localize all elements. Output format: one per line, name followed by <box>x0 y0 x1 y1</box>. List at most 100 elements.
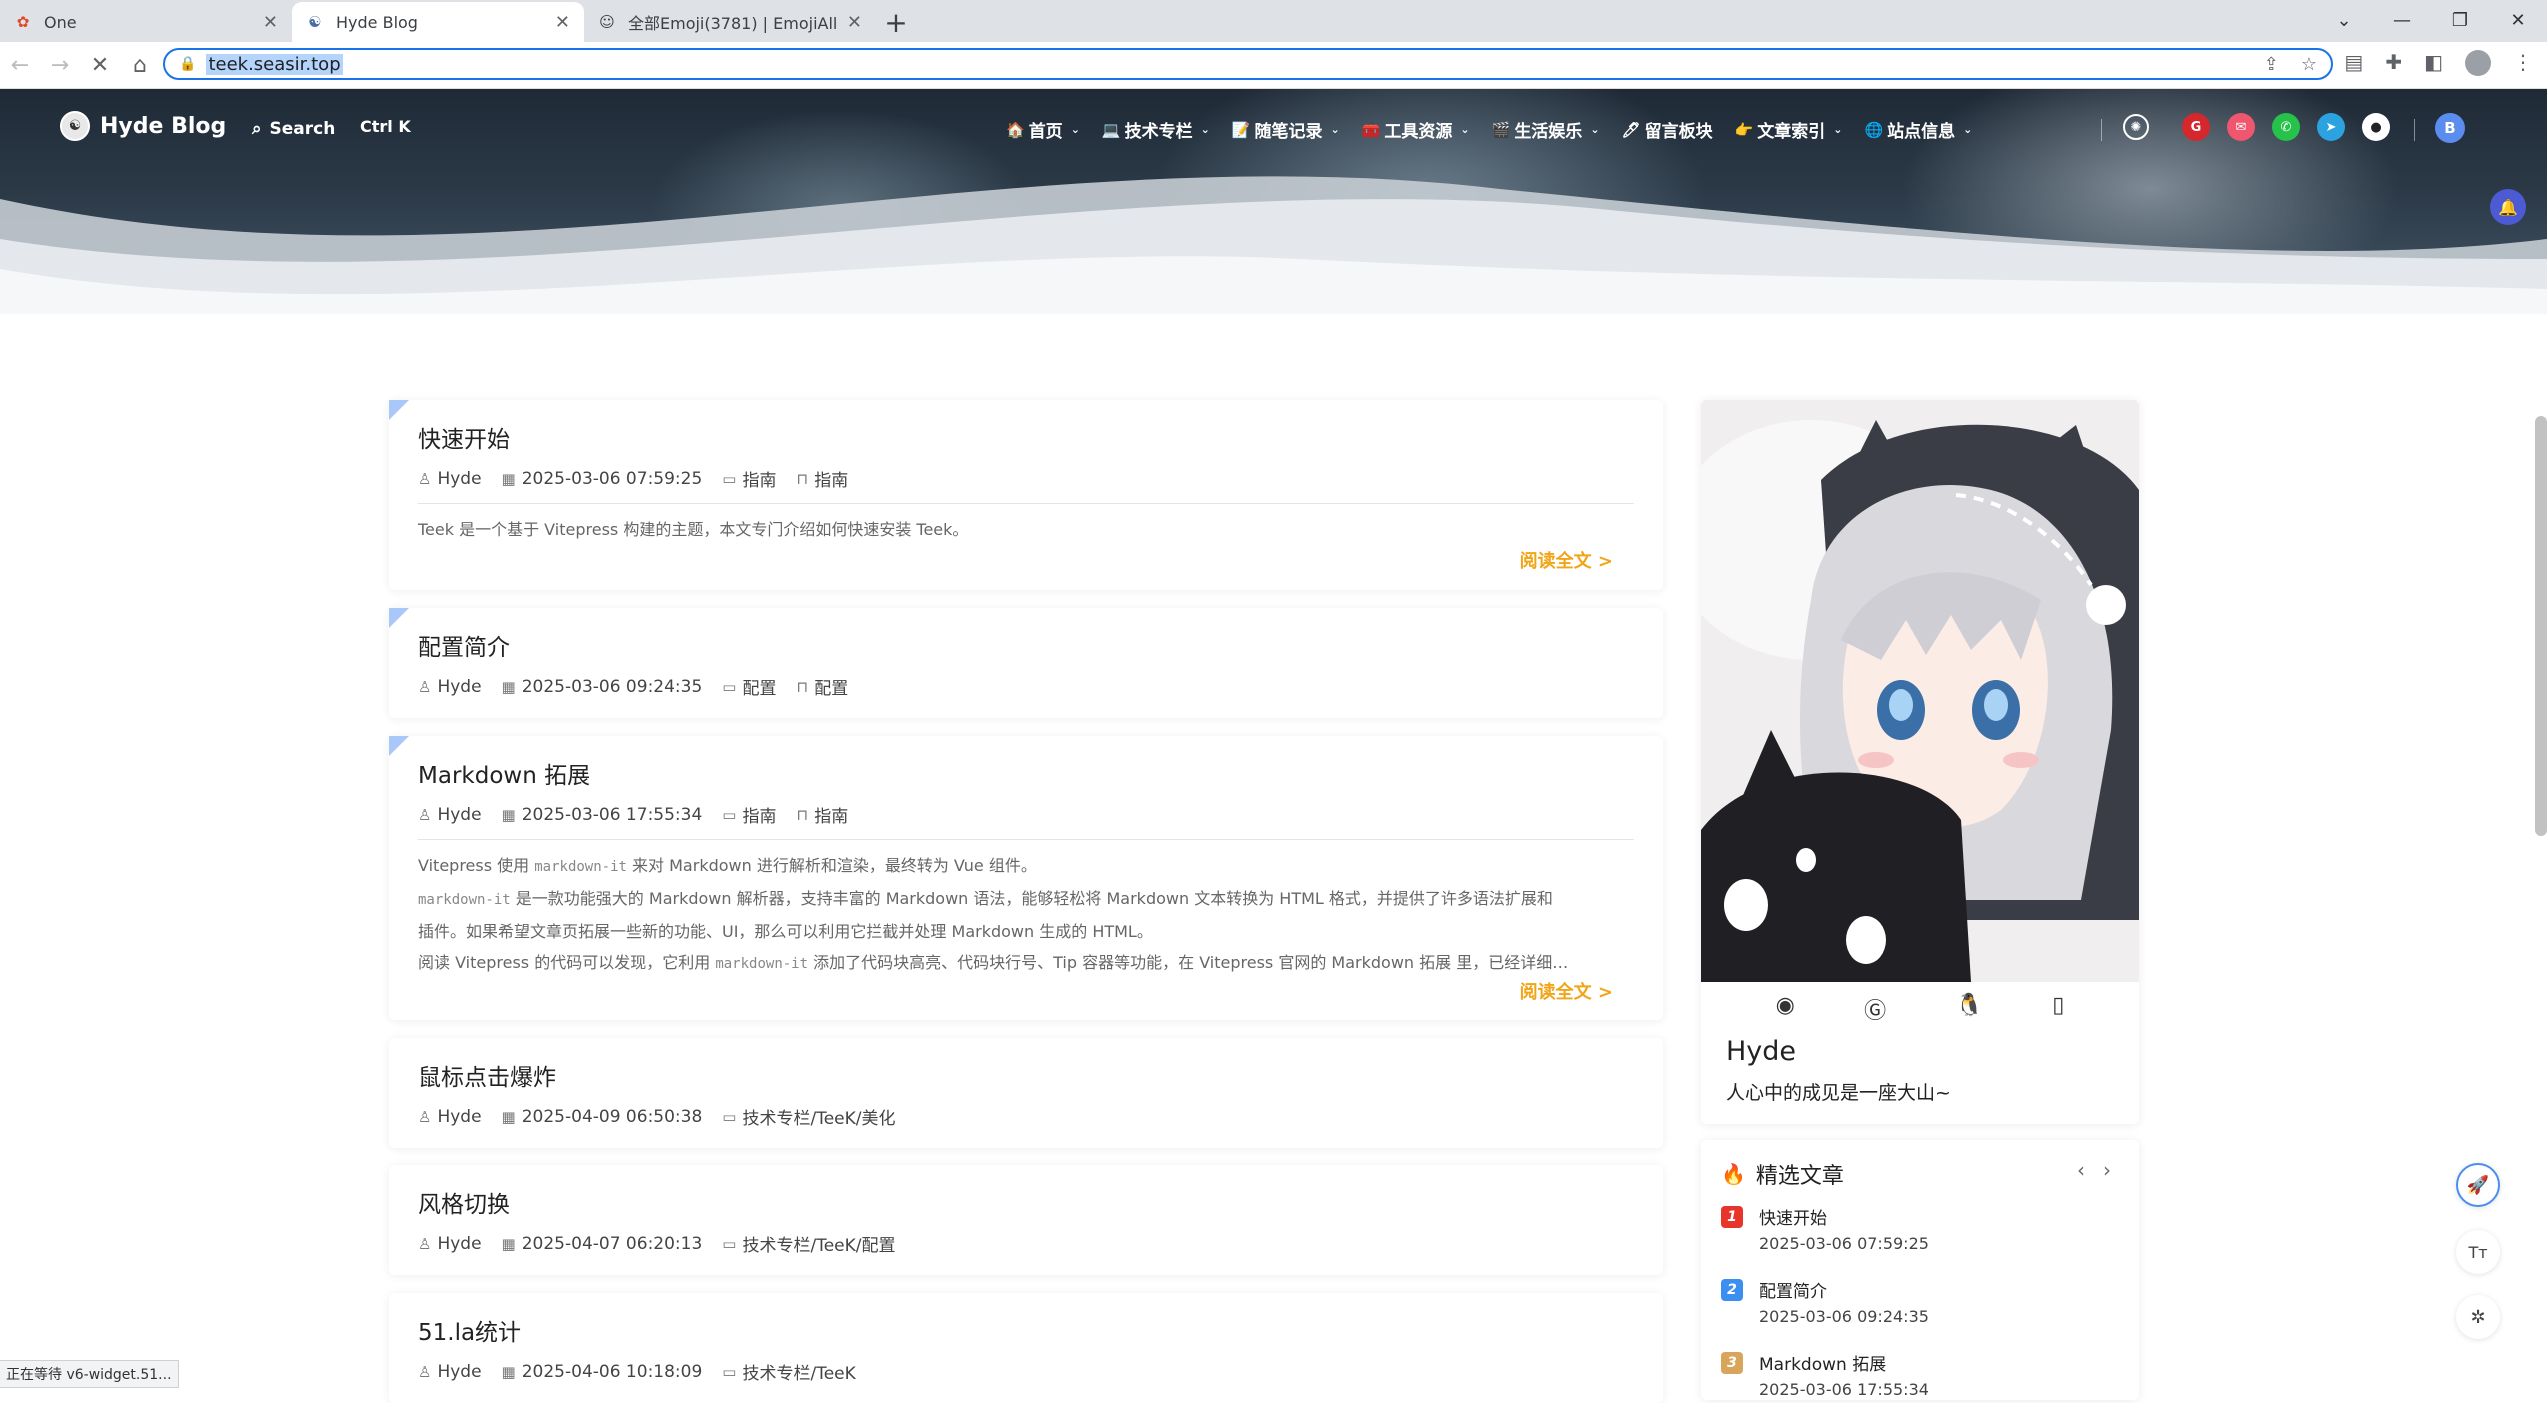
post-card[interactable]: 快速开始 ♙ Hyde ▦ 2025-03-06 07:59:25 ▭ 指南 ⊓ 指南 … <box>389 400 1663 590</box>
post-author[interactable]: Hyde <box>437 1234 481 1254</box>
post-title[interactable]: 风格切换 <box>418 1185 1634 1219</box>
profile-icon[interactable] <box>2465 50 2491 76</box>
whatsapp-icon[interactable]: ✆ <box>2272 113 2300 141</box>
font-size-icon[interactable]: Tт <box>2456 1230 2500 1274</box>
post-tag[interactable]: 指南 <box>814 802 848 827</box>
post-author[interactable]: Hyde <box>437 469 481 489</box>
featured-item-title[interactable]: 配置简介 <box>1759 1277 1827 1302</box>
pointing-hand-emoji-icon: 👉 <box>1734 120 1754 139</box>
excerpt-text: 添加了代码块高亮、代码块行号、Tip 容器等功能，在 Vitepress 官网的… <box>808 953 1569 972</box>
post-category[interactable]: 技术专栏/TeeK <box>742 1359 855 1384</box>
post-card[interactable]: 51.la统计 ♙ Hyde ▦ 2025-04-06 10:18:09 ▭ 技术专栏… <box>389 1293 1663 1403</box>
menu-dots-icon[interactable]: ⋮ <box>2513 50 2533 76</box>
post-date: 2025-03-06 09:24:35 <box>521 676 703 697</box>
search-button[interactable]: ⌕ Search <box>252 119 335 139</box>
page-scrollbar[interactable] <box>2535 416 2547 836</box>
mail-icon[interactable]: ✉ <box>2227 113 2255 141</box>
restore-icon[interactable]: ❐ <box>2431 0 2489 40</box>
menu-item-tech[interactable]: 💻 技术专栏 ⌄ <box>1101 117 1210 143</box>
menu-item-life[interactable]: 🎬 生活娱乐 ⌄ <box>1492 117 1600 143</box>
post-category[interactable]: 技术专栏/TeeK/配置 <box>742 1231 895 1256</box>
forward-icon[interactable]: → <box>40 45 80 85</box>
post-card[interactable]: 风格切换 ♙ Hyde ▦ 2025-04-07 06:20:13 ▭ 技术专栏/Te… <box>389 1165 1663 1275</box>
post-meta: ♙ Hyde ▦ 2025-03-06 09:24:35 ▭ 配置 ⊓ 配置 <box>418 674 1634 700</box>
qq-icon[interactable]: 🐧 <box>1956 993 1983 1025</box>
search-icon: ⌕ <box>252 119 262 139</box>
reading-list-icon[interactable]: ▤ <box>2344 50 2363 76</box>
site-brand[interactable]: ☯ Hyde Blog <box>60 111 226 141</box>
menu-item-label: 首页 <box>1028 122 1063 142</box>
post-title[interactable]: 鼠标点击爆炸 <box>418 1058 1634 1092</box>
back-icon[interactable]: ← <box>0 45 40 85</box>
url-bar[interactable]: 🔒 teek.seasir.top ⇪ ☆ <box>163 48 2333 80</box>
minimize-icon[interactable]: — <box>2373 0 2431 40</box>
close-icon[interactable]: ✕ <box>847 12 862 33</box>
tab-search-icon[interactable]: ⌄ <box>2315 0 2373 40</box>
theme-settings-icon[interactable]: ✲ <box>2456 1295 2500 1339</box>
extensions-icon[interactable]: ✚ <box>2385 50 2402 76</box>
post-category[interactable]: 指南 <box>742 466 776 491</box>
post-title[interactable]: 配置简介 <box>418 628 1634 662</box>
menu-item-site-info[interactable]: 🌐 站点信息 ⌄ <box>1864 117 1972 143</box>
read-more-link[interactable]: 阅读全文 > <box>1520 547 1613 573</box>
featured-item-title[interactable]: Markdown 拓展 <box>1759 1350 1886 1375</box>
post-title[interactable]: Markdown 拓展 <box>418 756 1634 790</box>
close-icon[interactable]: ✕ <box>555 12 570 33</box>
tab-one[interactable]: ✿ One ✕ <box>0 2 292 42</box>
home-icon[interactable]: ⌂ <box>120 45 160 85</box>
post-tag[interactable]: 指南 <box>814 466 848 491</box>
hyde-favicon: ☯ <box>308 13 322 31</box>
github-icon[interactable]: ● <box>2362 113 2390 141</box>
post-author[interactable]: Hyde <box>437 1362 481 1382</box>
bookmark-star-icon[interactable]: ☆ <box>2301 54 2317 75</box>
post-title[interactable]: 51.la统计 <box>418 1313 1634 1347</box>
post-category[interactable]: 指南 <box>742 802 776 827</box>
menu-item-tools[interactable]: 🧰 工具资源 ⌄ <box>1362 117 1470 143</box>
post-card[interactable]: Markdown 拓展 ♙ Hyde ▦ 2025-03-06 17:55:34 ▭… <box>389 736 1663 1020</box>
chevron-left-icon[interactable]: ‹ <box>2077 1158 2085 1182</box>
one-favicon: ✿ <box>16 13 30 31</box>
github-icon[interactable]: ◉ <box>1776 993 1795 1025</box>
close-window-icon[interactable]: ✕ <box>2489 0 2547 40</box>
telegram-icon[interactable]: ➤ <box>2317 113 2345 141</box>
post-author[interactable]: Hyde <box>437 1107 481 1127</box>
post-author[interactable]: Hyde <box>437 677 481 697</box>
computer-emoji-icon: 💻 <box>1101 120 1121 139</box>
gitee-icon[interactable]: Ⓖ <box>1864 993 1886 1025</box>
post-title[interactable]: 快速开始 <box>418 420 1634 454</box>
globe-emoji-icon: 🌐 <box>1864 120 1884 139</box>
phone-icon[interactable]: ▯ <box>2052 993 2064 1025</box>
tab-hyde-blog[interactable]: ☯ Hyde Blog ✕ <box>292 2 584 42</box>
notification-bell-icon[interactable]: 🔔 <box>2490 189 2526 225</box>
menu-item-notes[interactable]: 📝 随笔记录 ⌄ <box>1232 117 1340 143</box>
close-icon[interactable]: ✕ <box>263 12 278 33</box>
new-tab-button[interactable]: + <box>876 2 916 42</box>
post-author[interactable]: Hyde <box>437 805 481 825</box>
menu-item-index[interactable]: 👉 文章索引 ⌄ <box>1734 117 1843 143</box>
back-to-top-rocket-icon[interactable]: 🚀 <box>2456 1163 2500 1207</box>
post-card[interactable]: 配置简介 ♙ Hyde ▦ 2025-03-06 09:24:35 ▭ 配置 ⊓ 配置 <box>389 608 1663 718</box>
extension-icons: ▤ ✚ ◧ ⋮ <box>2344 50 2533 76</box>
post-tag[interactable]: 配置 <box>814 674 848 699</box>
read-more-link[interactable]: 阅读全文 > <box>1520 978 1613 1004</box>
side-panel-icon[interactable]: ◧ <box>2424 50 2443 76</box>
featured-item-title[interactable]: 快速开始 <box>1759 1204 1827 1229</box>
address-toolbar: ← → ✕ ⌂ 🔒 teek.seasir.top ⇪ ☆ ▤ ✚ ◧ ⋮ <box>0 42 2547 89</box>
gitee-icon[interactable]: G <box>2182 113 2210 141</box>
excerpt-line: 阅读 Vitepress 的代码可以发现，它利用 markdown-it 添加了… <box>418 947 1634 980</box>
menu-item-guestbook[interactable]: 🖊 留言板块 <box>1622 117 1713 143</box>
chevron-down-icon: ⌄ <box>1330 123 1340 136</box>
fire-icon: 🔥 <box>1721 1162 1746 1186</box>
tab-emojiall[interactable]: ☺ 全部Emoji(3781) | EmojiAll ✕ <box>584 2 876 42</box>
stop-loading-icon[interactable]: ✕ <box>80 45 120 85</box>
post-category[interactable]: 配置 <box>742 674 776 699</box>
menu-item-home[interactable]: 🏠 首页 ⌄ <box>1006 117 1080 143</box>
lock-icon[interactable]: 🔒 <box>179 56 196 72</box>
post-card[interactable]: 鼠标点击爆炸 ♙ Hyde ▦ 2025-04-09 06:50:38 ▭ 技术专栏/… <box>389 1038 1663 1148</box>
user-avatar[interactable]: B <box>2435 113 2465 143</box>
url-text[interactable]: teek.seasir.top <box>206 53 343 75</box>
post-category[interactable]: 技术专栏/TeeK/美化 <box>742 1104 895 1129</box>
share-icon[interactable]: ⇪ <box>2264 54 2279 75</box>
chevron-right-icon[interactable]: › <box>2103 1158 2111 1182</box>
theme-toggle-icon[interactable]: ✺ <box>2123 114 2149 140</box>
